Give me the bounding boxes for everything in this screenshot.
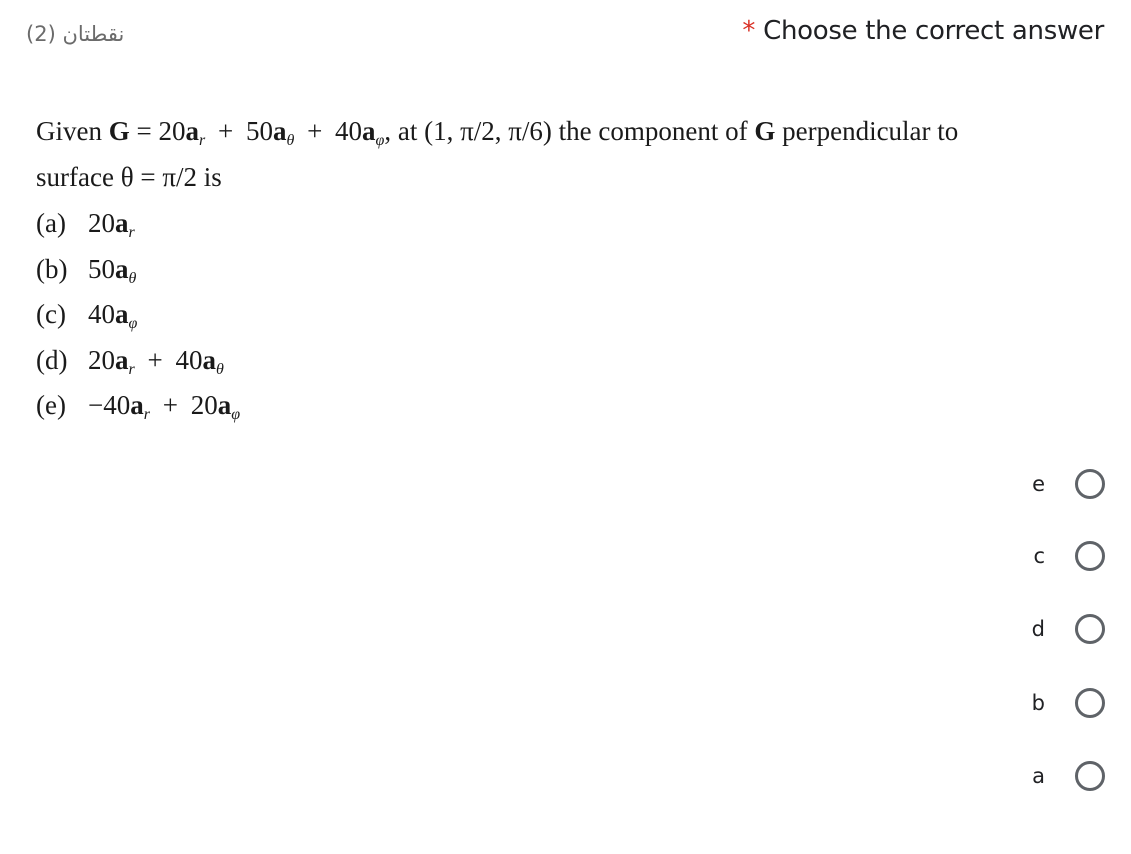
option-c: (c) 40aφ [36, 299, 138, 332]
choice-label: a [1032, 764, 1045, 788]
choice-label: d [1031, 617, 1045, 641]
option-b: (b) 50aθ [36, 253, 137, 287]
choice-b[interactable]: b [1032, 683, 1105, 723]
radio-button[interactable] [1075, 541, 1105, 571]
option-d: (d) 20ar + 40aθ [36, 344, 224, 378]
option-e: (e) −40ar + 20aφ [36, 390, 241, 423]
answer-options-list: (a) 20ar (b) 50aθ (c) 40aφ (d) 20ar + 40aθ (… [36, 205, 240, 433]
radio-button[interactable] [1075, 469, 1105, 499]
option-a: (a) 20ar [36, 208, 135, 241]
choice-label: b [1031, 691, 1045, 715]
points-label: نقطتان (2) [26, 22, 125, 46]
choice-e[interactable]: e [1032, 464, 1105, 504]
choice-label: e [1032, 472, 1045, 496]
choice-d[interactable]: d [1032, 609, 1105, 649]
radio-button[interactable] [1075, 688, 1105, 718]
choice-c[interactable]: c [1033, 536, 1105, 576]
choice-label: c [1033, 544, 1045, 568]
required-marker: * [742, 16, 756, 46]
choice-a[interactable]: a [1032, 756, 1105, 796]
radio-button[interactable] [1075, 614, 1105, 644]
radio-group: e c d b a [931, 0, 1131, 854]
radio-button[interactable] [1075, 761, 1105, 791]
